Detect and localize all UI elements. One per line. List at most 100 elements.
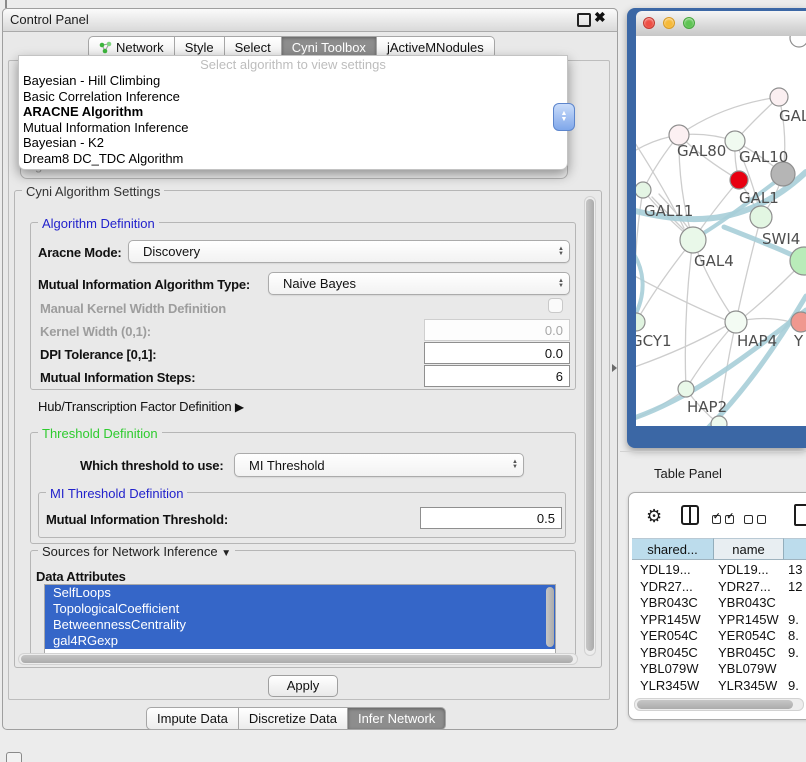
network-canvas[interactable]: GAL2GAL80GAL10GAL1GAL11SWI4GAL4GCY1HAP4Y… [636, 36, 806, 426]
table-cell[interactable]: YBR043C [718, 595, 776, 610]
settings-vertical-scrollbar[interactable] [584, 196, 596, 656]
mi-type-label: Mutual Information Algorithm Type: [38, 277, 250, 292]
algorithm-option[interactable]: ARACNE Algorithm [19, 104, 567, 120]
network-node-gal2[interactable] [770, 88, 788, 106]
column-header[interactable]: name [714, 538, 784, 560]
deselect-columns-icon[interactable] [744, 511, 766, 529]
table-cell[interactable]: YBR045C [640, 645, 698, 660]
table-cell[interactable]: YLR345W [718, 678, 777, 693]
splitter-arrow-icon[interactable] [612, 364, 617, 372]
tab-impute-data[interactable]: Impute Data [146, 707, 239, 730]
screen: { "window": { "title": "Control Panel" }… [0, 0, 806, 762]
table-cell[interactable]: YER054C [640, 628, 698, 643]
mi-threshold-label: Mutual Information Threshold: [46, 512, 228, 527]
tab-infer-network[interactable]: Infer Network [348, 707, 446, 730]
network-node[interactable] [790, 247, 806, 275]
table-cell[interactable]: YER054C [718, 628, 776, 643]
attr-list-scrollbar[interactable] [546, 587, 554, 649]
close-traffic-light-icon[interactable] [643, 17, 655, 29]
network-node-hap2[interactable] [678, 381, 694, 397]
table-cell[interactable]: 9. [788, 612, 799, 627]
network-node-gcy1[interactable] [636, 313, 645, 331]
table-cell[interactable]: YBR043C [640, 595, 698, 610]
network-window-titlebar[interactable] [636, 11, 806, 37]
network-node[interactable] [711, 416, 727, 426]
settings-gear-icon[interactable]: ⚙ [646, 506, 662, 527]
table-cell[interactable]: YDR27... [640, 579, 693, 594]
data-attributes-list[interactable]: SelfLoopsTopologicalCoefficientBetweenne… [44, 584, 556, 654]
data-attribute-item[interactable]: gal4RGexp [45, 633, 555, 649]
node-label: GAL4 [694, 252, 734, 270]
table-cell[interactable]: YBL079W [640, 661, 699, 676]
apply-button[interactable]: Apply [268, 675, 338, 697]
network-node-swi4[interactable] [750, 206, 772, 228]
table-cell[interactable]: YDL19... [640, 562, 691, 577]
table-cell[interactable]: 8. [788, 628, 799, 643]
table-cell[interactable]: 12 [788, 579, 802, 594]
which-threshold-combo[interactable]: MI Threshold ▲▼ [234, 453, 524, 477]
table-cell[interactable]: YDL19... [718, 562, 769, 577]
table-cell[interactable]: YIL052C [718, 694, 769, 696]
data-attribute-item[interactable]: BetweennessCentrality [45, 617, 555, 633]
network-node-gal11[interactable] [636, 182, 651, 198]
table-cell[interactable]: YBL079W [718, 661, 777, 676]
aracne-mode-combo[interactable]: Discovery ▲▼ [128, 240, 570, 263]
mi-type-value: Naive Bayes [269, 276, 553, 291]
data-attribute-item[interactable]: TopologicalCoefficient [45, 601, 555, 617]
close-icon[interactable]: ✖ [594, 9, 606, 26]
node-label: GAL80 [677, 142, 726, 160]
table-cell[interactable]: 9 [788, 694, 795, 696]
node-label: GAL11 [644, 202, 693, 220]
table-panel-title: Table Panel [654, 466, 722, 481]
mi-type-combo[interactable]: Naive Bayes ▲▼ [268, 272, 570, 295]
mi-steps-field[interactable]: 6 [424, 365, 570, 387]
network-node-hap4[interactable] [725, 311, 747, 333]
data-attributes-label: Data Attributes [36, 569, 126, 584]
cyni-algorithm-settings-title: Cyni Algorithm Settings [22, 184, 164, 199]
hub-definition-toggle[interactable]: Hub/Transcription Factor Definition ▶ [38, 399, 244, 414]
algorithm-option[interactable]: Bayesian - K2 [19, 135, 567, 151]
column-header[interactable] [784, 538, 806, 560]
minimize-traffic-light-icon[interactable] [663, 17, 675, 29]
table-file-icon[interactable] [794, 504, 806, 526]
table-cell[interactable]: 13 [788, 562, 802, 577]
panel-divider [620, 451, 806, 452]
table-cell[interactable]: YLR345W [640, 678, 699, 693]
table-cell[interactable]: YPR145W [718, 612, 779, 627]
combo-arrows-icon: ▲▼ [553, 279, 569, 289]
table-cell[interactable]: 9. [788, 645, 799, 660]
table-horizontal-scrollbar[interactable] [634, 698, 804, 711]
aracne-mode-value: Discovery [129, 244, 553, 259]
kernel-width-field[interactable]: 0.0 [424, 319, 570, 341]
node-label: GAL2 [779, 107, 806, 125]
algorithm-option[interactable]: Bayesian - Hill Climbing [19, 73, 567, 89]
column-layout-icon[interactable] [681, 505, 699, 525]
dpi-tolerance-field[interactable]: 0.0 [424, 342, 570, 364]
algorithm-option[interactable]: Mutual Information Inference [19, 120, 567, 136]
focused-combo-arrows-icon[interactable]: ▲▼ [553, 103, 575, 131]
network-node-gal1[interactable] [730, 171, 748, 189]
table-cell[interactable]: YPR145W [640, 612, 701, 627]
tab-discretize-data[interactable]: Discretize Data [239, 707, 348, 730]
algorithm-option[interactable]: Basic Correlation Inference [19, 89, 567, 105]
network-node-gal4[interactable] [680, 227, 706, 253]
zoom-traffic-light-icon[interactable] [683, 17, 695, 29]
mi-threshold-field[interactable]: 0.5 [420, 507, 562, 529]
column-header[interactable]: shared... [632, 538, 714, 560]
algorithm-prompt: Select algorithm to view settings [19, 57, 567, 73]
table-cell[interactable]: YIL052C [640, 694, 691, 696]
manual-kernel-checkbox[interactable] [548, 298, 563, 313]
network-node-y[interactable] [791, 312, 806, 332]
settings-horizontal-scrollbar[interactable] [18, 653, 578, 665]
sources-title[interactable]: Sources for Network Inference ▼ [38, 544, 235, 559]
table-cell[interactable]: YDR27... [718, 579, 771, 594]
algorithm-dropdown-popup: Select algorithm to view settings Bayesi… [18, 55, 568, 170]
table-cell[interactable]: YBR045C [718, 645, 776, 660]
minimized-panel-icon[interactable] [6, 752, 22, 762]
data-attribute-item[interactable]: SelfLoops [45, 585, 555, 601]
algorithm-option[interactable]: Dream8 DC_TDC Algorithm [19, 151, 567, 167]
network-node[interactable] [790, 36, 806, 47]
select-all-columns-icon[interactable]: ✓ ✓ [712, 511, 734, 529]
float-window-icon[interactable] [577, 13, 591, 27]
table-cell[interactable]: 9. [788, 678, 799, 693]
